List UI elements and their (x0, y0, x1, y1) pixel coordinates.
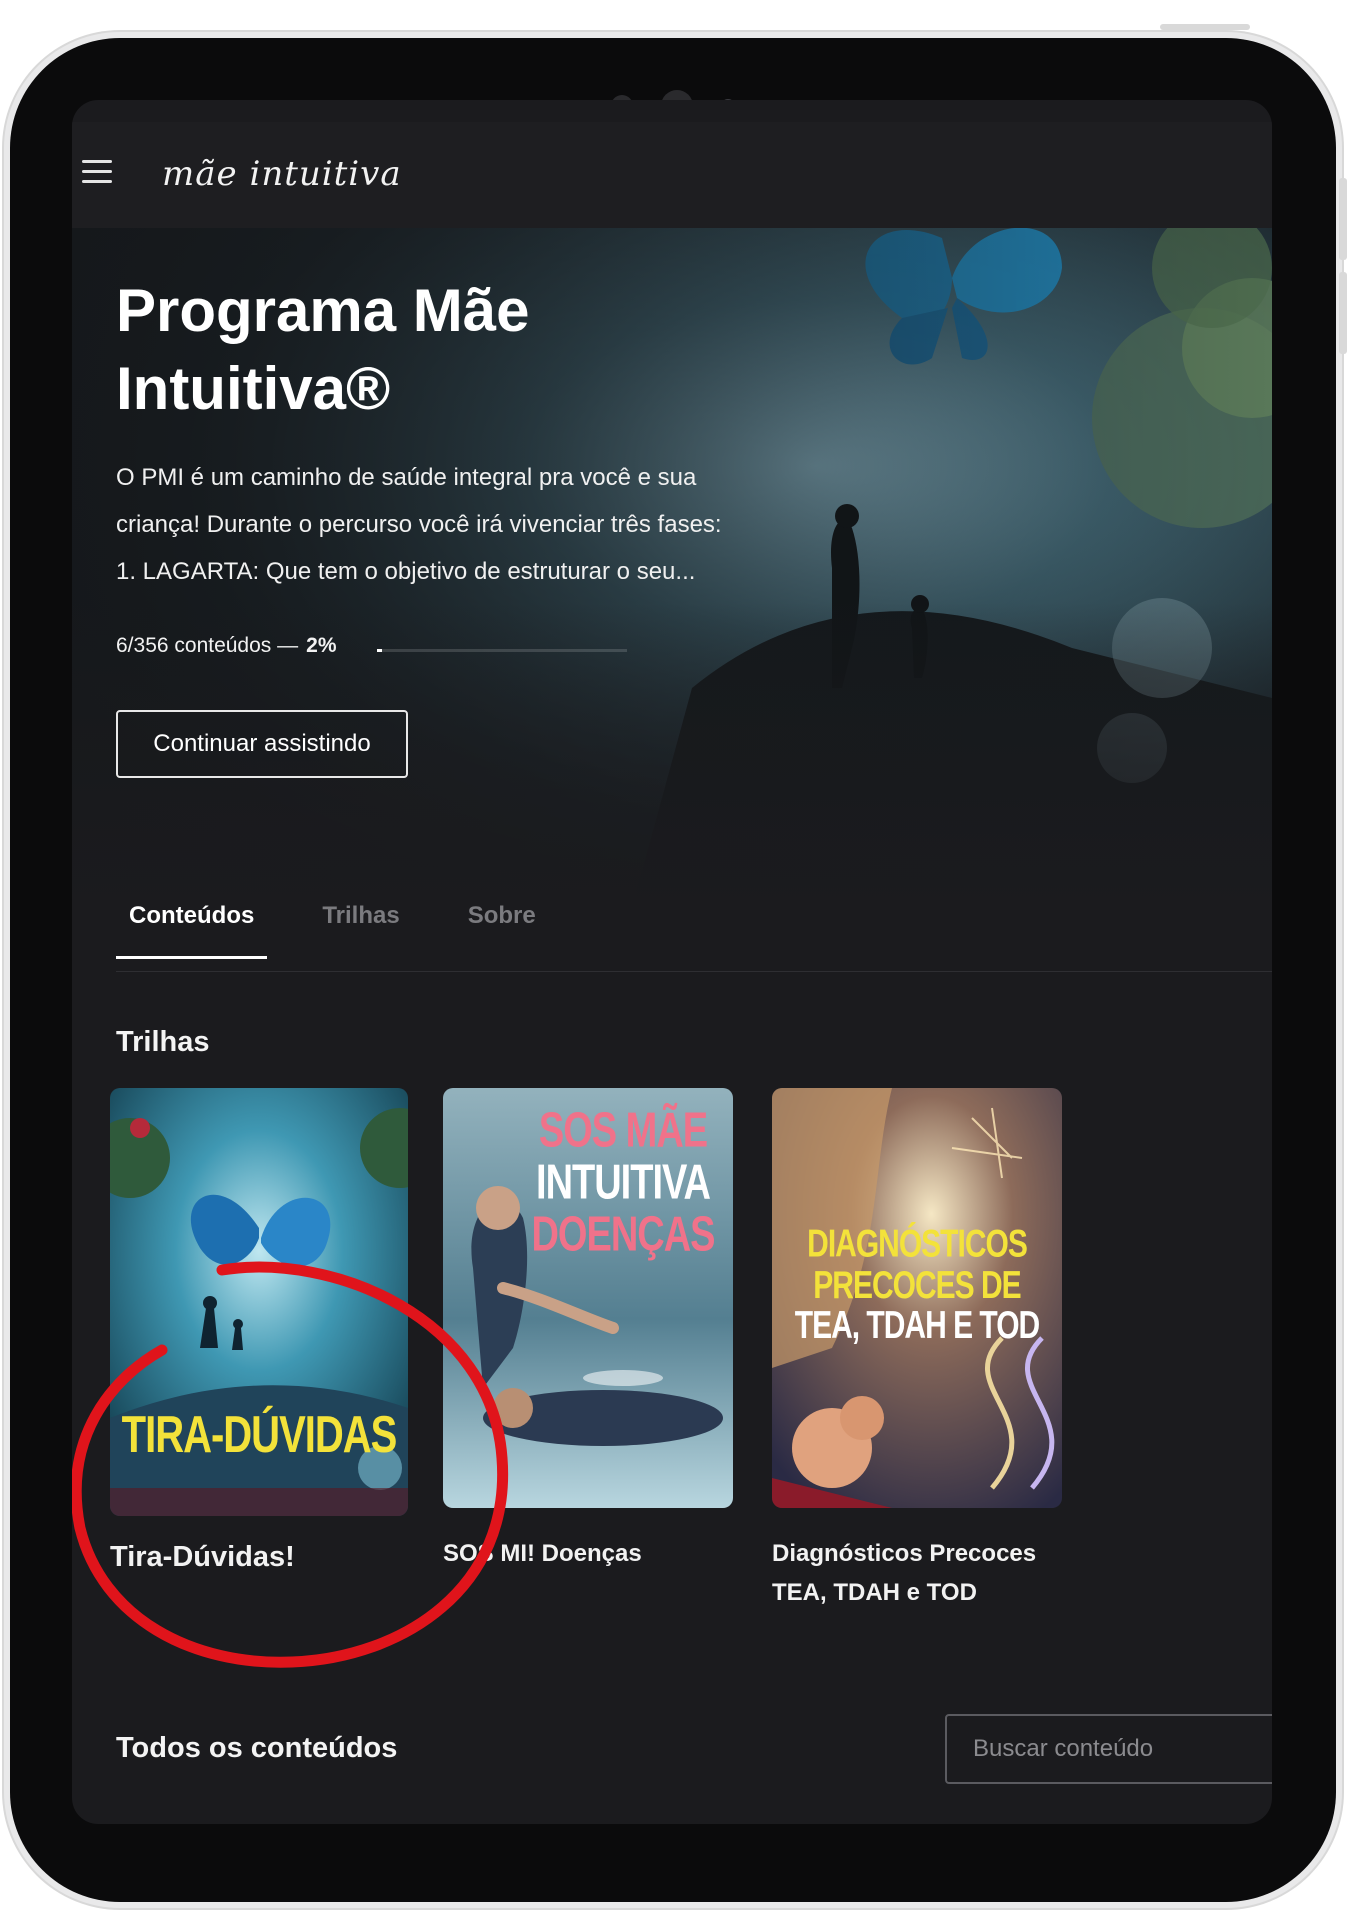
tab-sobre[interactable]: Sobre (455, 892, 549, 959)
hero-description-line: O PMI é um caminho de saúde integral pra… (116, 464, 697, 491)
hero-description-line: 1. LAGARTA: Que tem o objetivo de estrut… (116, 558, 696, 585)
hero-title: Programa Mãe Intuitiva® (116, 277, 530, 422)
search-content-input[interactable] (945, 1714, 1272, 1784)
trilhas-section-title: Trilhas (116, 1026, 210, 1058)
trilha-caption: SOS MI! Doenças (443, 1540, 642, 1567)
cover-title-line: DOENÇAS (531, 1207, 715, 1262)
progress-bar-fill (377, 649, 382, 652)
cover-title-line: DIAGNÓSTICOS (807, 1222, 1028, 1266)
cover-title-line: PRECOCES DE (813, 1263, 1021, 1307)
device-top-button (1160, 24, 1250, 30)
trilha-cover-diagnosticos[interactable]: DIAGNÓSTICOS PRECOCES DE TEA, TDAH E TOD (772, 1088, 1062, 1508)
trilha-caption: Tira-Dúvidas! (110, 1541, 295, 1573)
device-volume-button (1339, 272, 1347, 354)
hero-description-line: criança! Durante o percurso você irá viv… (116, 511, 722, 538)
trilha-caption: Diagnósticos Precoces TEA, TDAH e TOD (772, 1540, 1037, 1606)
progress-label: 6/356 conteúdos — 2% (116, 634, 337, 658)
progress-percent: 2% (306, 634, 337, 657)
trilha-card-diagnosticos[interactable]: DIAGNÓSTICOS PRECOCES DE TEA, TDAH E TOD… (772, 1088, 1062, 1612)
progress-count: 6/356 conteúdos — (116, 634, 299, 657)
app-header: mãe intuitiva (72, 122, 1272, 228)
menu-icon[interactable] (82, 160, 112, 184)
cover-title-sos: SOS MÃE INTUITIVA DOENÇAS (521, 1103, 725, 1262)
cover-title-line: SOS MÃE (538, 1103, 708, 1159)
trilha-card-sos-mi-doencas[interactable]: SOS MÃE INTUITIVA DOENÇAS SOS MI! Doença… (443, 1088, 733, 1573)
all-contents-title: Todos os conteúdos (116, 1732, 398, 1764)
tabs-divider (116, 971, 1272, 972)
brand-logo[interactable]: mãe intuitiva (162, 154, 402, 194)
cover-title-tira-duvidas: TIRA-DÚVIDAS (121, 1406, 398, 1464)
hero-description: O PMI é um caminho de saúde integral pra… (116, 454, 796, 595)
tab-conteudos[interactable]: Conteúdos (116, 892, 268, 959)
cover-title-line: TEA, TDAH E TOD (794, 1304, 1040, 1348)
continue-watching-button[interactable]: Continuar assistindo (116, 710, 408, 778)
device-volume-button (1339, 178, 1347, 260)
trilha-card-tira-duvidas[interactable]: TIRA-DÚVIDAS Tira-Dúvidas! (110, 1088, 408, 1577)
app-screen: Programa Mãe Intuitiva® O PMI é um camin… (72, 100, 1272, 1824)
cover-title-diagnosticos: DIAGNÓSTICOS PRECOCES DE TEA, TDAH E TOD (782, 1224, 1052, 1347)
trilha-cover-tira-duvidas[interactable]: TIRA-DÚVIDAS (110, 1088, 408, 1516)
hero-banner: Programa Mãe Intuitiva® O PMI é um camin… (72, 228, 1272, 908)
progress-bar (377, 649, 627, 652)
trilha-cover-sos-mi-doencas[interactable]: SOS MÃE INTUITIVA DOENÇAS (443, 1088, 733, 1508)
content-tabs: Conteúdos Trilhas Sobre (116, 892, 591, 959)
cover-title-line: INTUITIVA (536, 1155, 711, 1210)
tab-trilhas[interactable]: Trilhas (309, 892, 412, 959)
